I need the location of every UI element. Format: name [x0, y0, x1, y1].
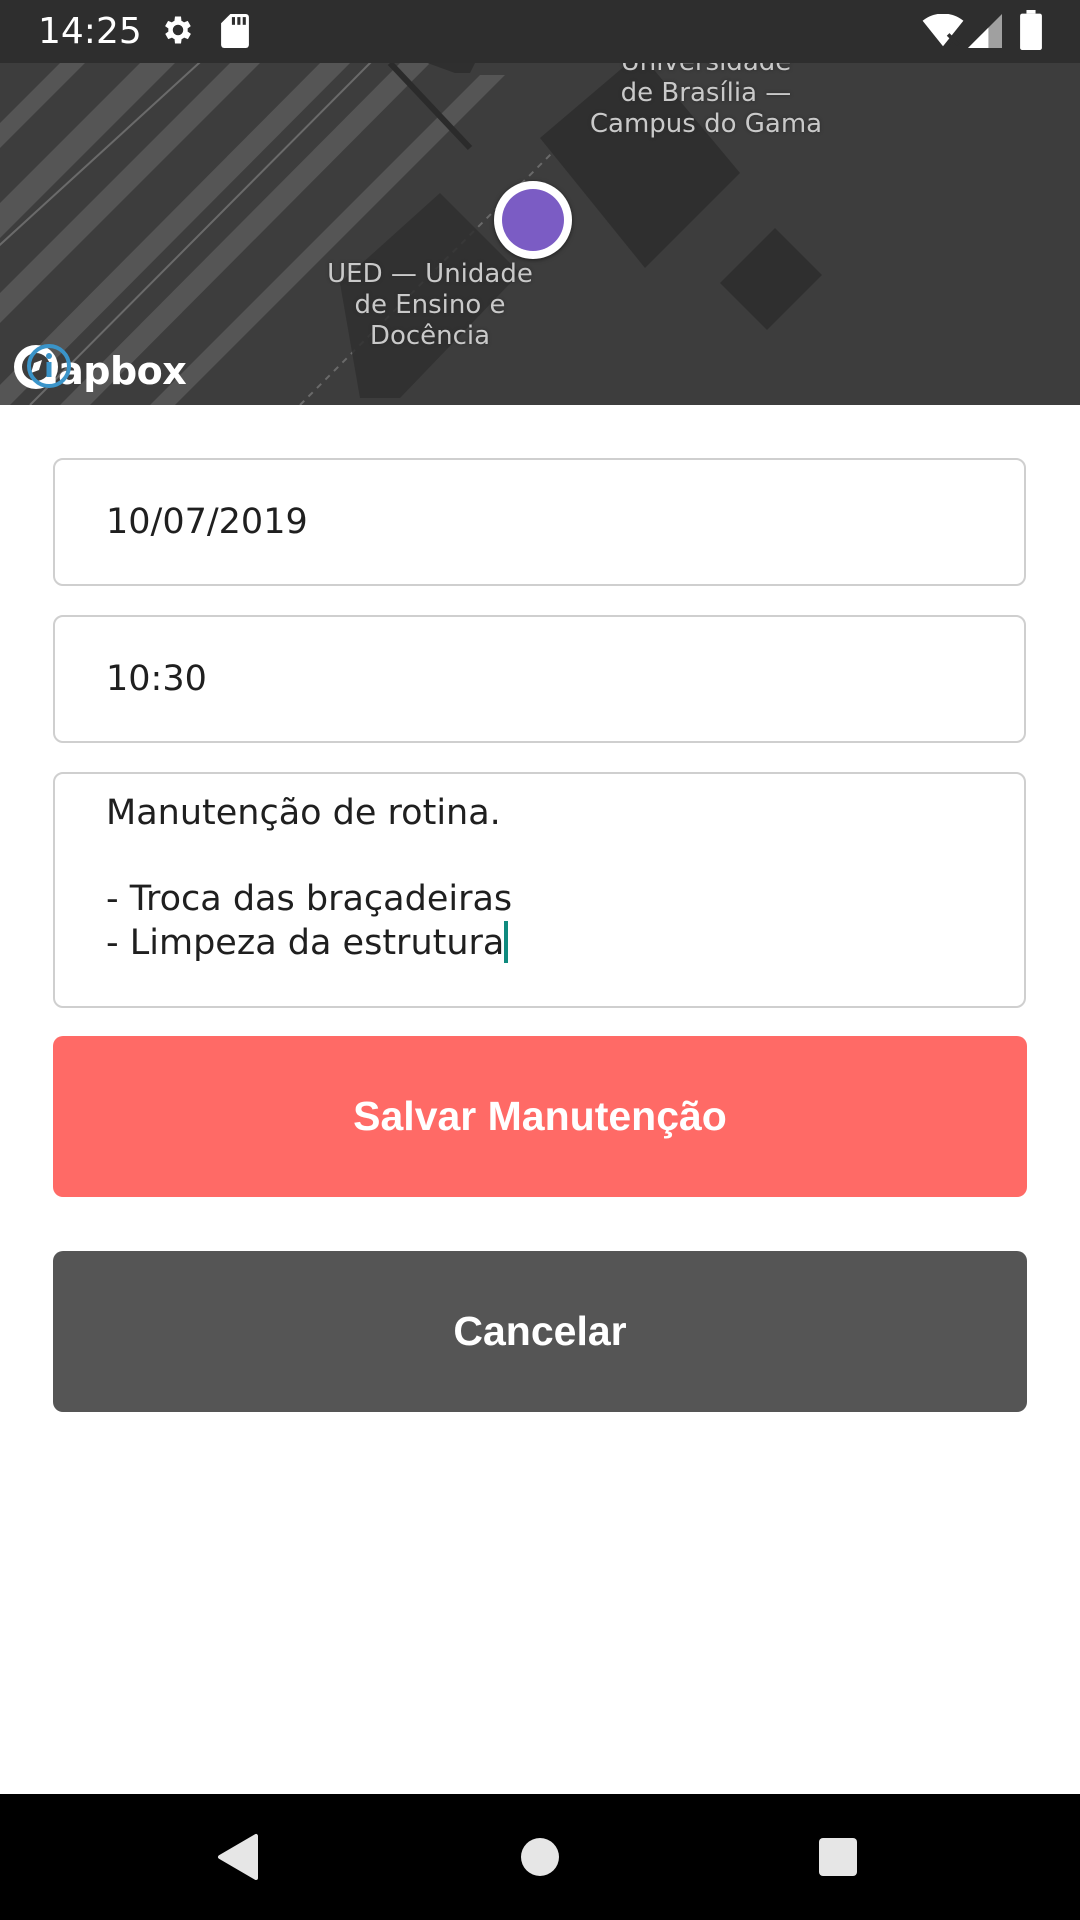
map-label-ued: UED — Unidade de Ensino e Docência [327, 259, 533, 351]
date-value: 10/07/2019 [106, 502, 308, 542]
navigation-bar [0, 1794, 1080, 1920]
location-marker[interactable] [494, 181, 572, 259]
cancel-button[interactable]: Cancelar [53, 1251, 1027, 1412]
map-attribution: mapbox [12, 343, 187, 399]
back-icon[interactable] [200, 1824, 270, 1890]
location-marker-dot [502, 189, 564, 251]
home-icon[interactable] [505, 1824, 575, 1890]
text-cursor [504, 921, 509, 963]
cancel-button-label: Cancelar [453, 1308, 627, 1354]
description-textarea[interactable]: Manutenção de rotina. - Troca das braçad… [53, 772, 1026, 1008]
battery-icon [1020, 10, 1042, 50]
description-line [106, 835, 1024, 878]
save-button-label: Salvar Manutenção [353, 1093, 727, 1139]
sd-card-icon [221, 14, 249, 48]
time-field[interactable]: 10:30 [53, 615, 1026, 743]
description-line-last: - Limpeza da estrutura [106, 921, 1024, 964]
description-line: Manutenção de rotina. [106, 793, 501, 833]
description-line: - Troca das braçadeiras [106, 879, 513, 919]
gear-icon [165, 16, 191, 44]
wifi-icon [922, 14, 964, 47]
recents-icon[interactable] [803, 1824, 873, 1890]
status-time: 14:25 [38, 11, 142, 52]
info-icon[interactable] [26, 343, 72, 389]
status-bar: 14:25 [0, 0, 1080, 63]
map-label-campus: Universidade de Brasília — Campus do Gam… [589, 63, 823, 139]
time-value: 10:30 [106, 659, 207, 699]
date-field[interactable]: 10/07/2019 [53, 458, 1026, 586]
description-line: - Limpeza da estrutura [106, 923, 505, 963]
map-view[interactable]: Universidade de Brasília — Campus do Gam… [0, 63, 1080, 405]
signal-icon [968, 14, 1002, 48]
save-maintenance-button[interactable]: Salvar Manutenção [53, 1036, 1027, 1197]
